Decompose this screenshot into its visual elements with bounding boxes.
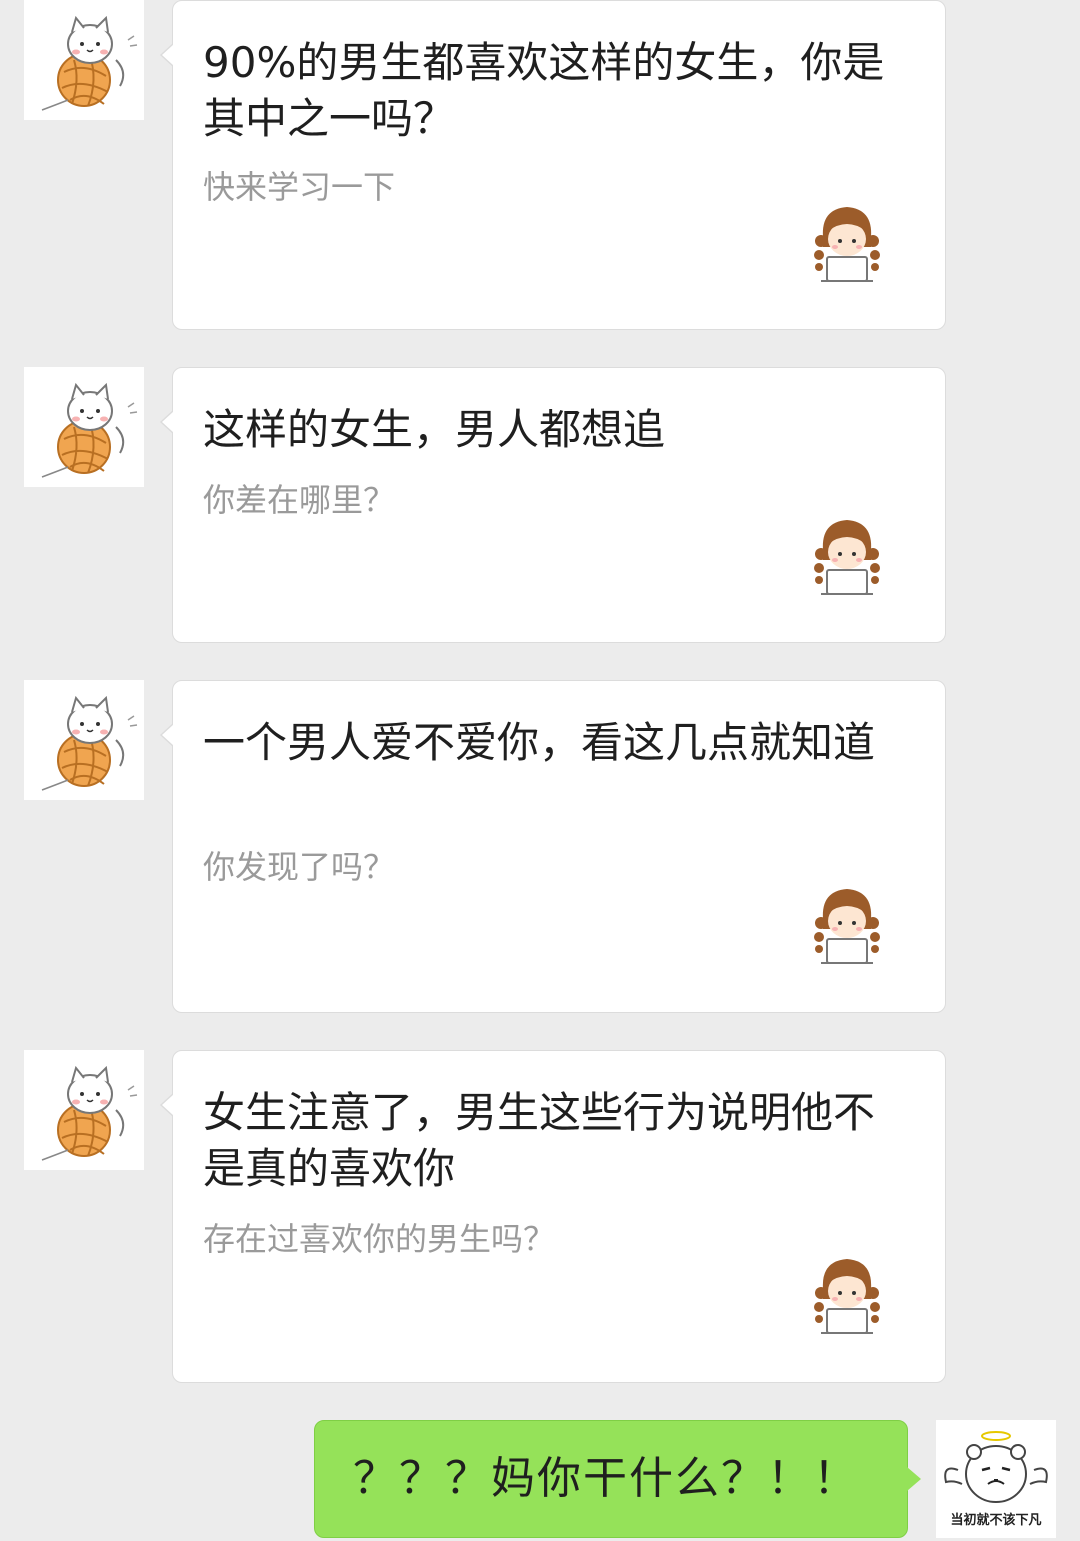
girl-with-laptop-icon [813, 1258, 881, 1334]
sender-avatar-3[interactable] [24, 680, 144, 800]
sender-avatar-2[interactable] [24, 367, 144, 487]
article-subtitle: 快来学习一下 [203, 168, 396, 206]
sender-avatar-4[interactable] [24, 1050, 144, 1170]
reply-bubble[interactable]: ？？？妈你干什么？！！ [314, 1420, 921, 1538]
cat-on-yarn-ball-icon [41, 697, 138, 791]
reply-text: ？？？妈你干什么？！！ [353, 1453, 859, 1504]
cat-on-yarn-ball-icon [41, 17, 138, 111]
article-card-2[interactable]: 这样的女生，男人都想追 你差在哪里？ [160, 367, 946, 643]
girl-with-laptop-icon [813, 519, 881, 595]
my-avatar[interactable]: 当初就不该下凡 [936, 1420, 1056, 1538]
article-subtitle: 你差在哪里？ [203, 481, 396, 519]
article-title: 90%的男生都喜欢这样的女生，你是其中之一吗？ [203, 38, 885, 143]
angel-bear-sticker-icon [943, 1430, 1049, 1504]
article-subtitle: 你发现了吗？ [203, 848, 396, 886]
cat-on-yarn-ball-icon [41, 1067, 138, 1161]
cat-on-yarn-ball-icon [41, 384, 138, 478]
sticker-caption: 当初就不该下凡 [950, 1513, 1042, 1528]
girl-with-laptop-icon [813, 206, 881, 282]
article-title: 这样的女生，男人都想追 [203, 405, 666, 454]
article-card-1[interactable]: 90%的男生都喜欢这样的女生，你是其中之一吗？ 快来学习一下 [160, 0, 946, 330]
article-subtitle: 存在过喜欢你的男生吗？ [203, 1220, 556, 1258]
sender-avatar-1[interactable] [24, 0, 144, 120]
article-card-4[interactable]: 女生注意了，男生这些行为说明他不是真的喜欢你 存在过喜欢你的男生吗？ [160, 1050, 946, 1383]
article-title: 女生注意了，男生这些行为说明他不是真的喜欢你 [203, 1088, 876, 1193]
article-title: 一个男人爱不爱你，看这几点就知道 [203, 718, 876, 767]
article-card-3[interactable]: 一个男人爱不爱你，看这几点就知道 你发现了吗？ [160, 680, 946, 1013]
girl-with-laptop-icon [813, 888, 881, 964]
